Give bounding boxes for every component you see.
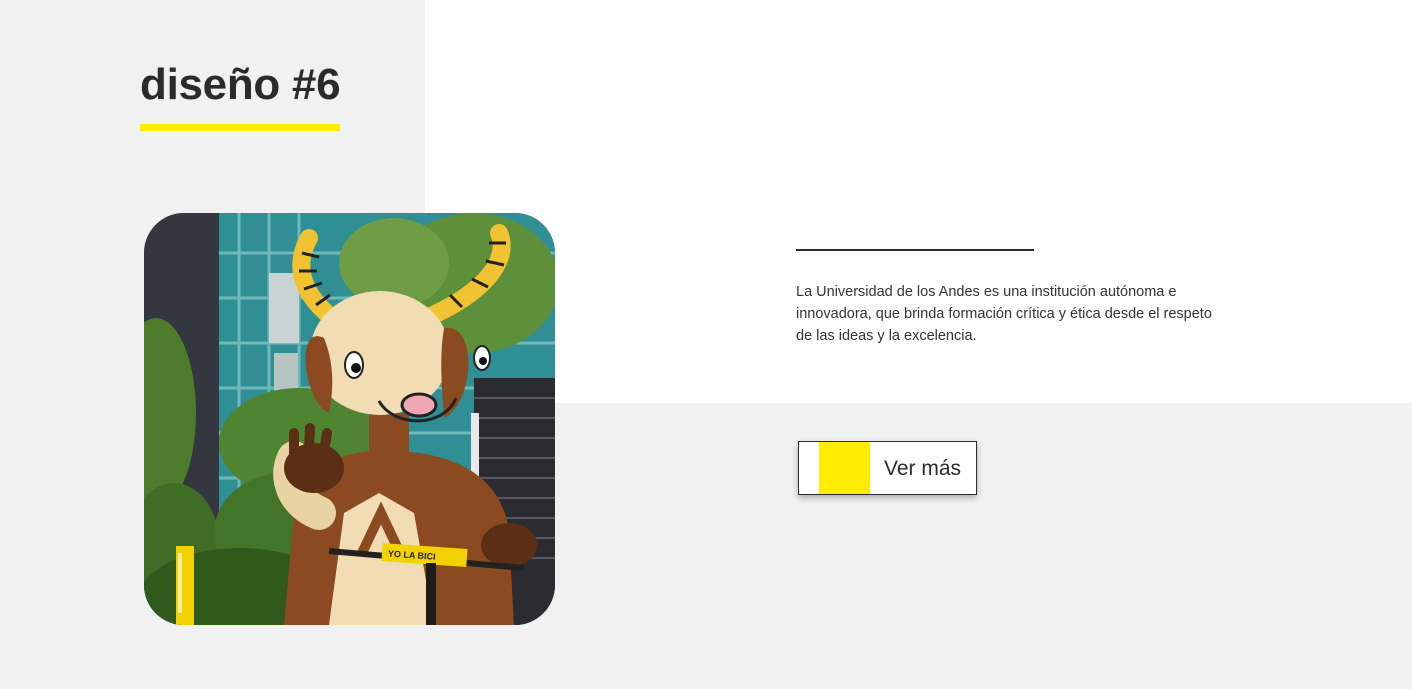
ver-mas-label: Ver más <box>884 457 962 480</box>
divider-line <box>796 249 1034 251</box>
page-title: diseño #6 <box>140 60 341 109</box>
description-text: La Universidad de los Andes es una insti… <box>796 284 1212 344</box>
mascot-photo: YO LA BICI <box>144 213 555 625</box>
button-accent-block <box>819 442 870 494</box>
title-underline <box>140 124 340 131</box>
ver-mas-button[interactable]: Ver más <box>798 441 977 495</box>
